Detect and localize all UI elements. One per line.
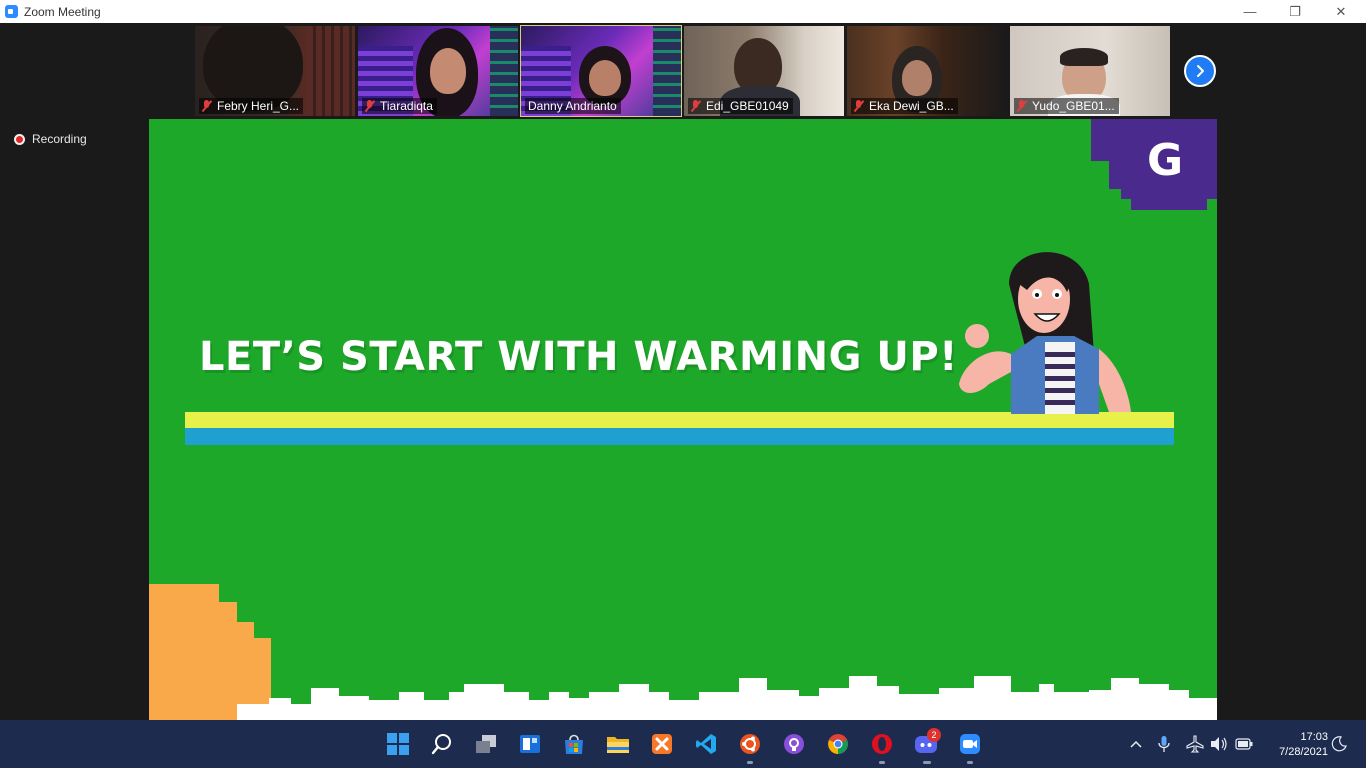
participant-tile[interactable]: Tiaradiqta (358, 26, 518, 116)
participant-tile[interactable]: Edi_GBE01049 (684, 26, 844, 116)
chevron-right-icon (1197, 65, 1204, 77)
minimize-button[interactable]: — (1227, 0, 1273, 23)
widgets-icon[interactable] (518, 732, 542, 756)
zoom-app-icon (5, 5, 18, 18)
clock-date: 7/28/2021 (1279, 746, 1328, 758)
running-indicator (747, 761, 753, 764)
xampp-icon[interactable] (650, 732, 674, 756)
github-icon[interactable] (782, 732, 806, 756)
muted-mic-icon (691, 100, 701, 112)
cartoon-character-illustration (959, 252, 1131, 414)
logo-letter: G (1147, 135, 1183, 186)
battery-icon[interactable] (1234, 732, 1254, 756)
opera-icon[interactable] (870, 732, 894, 756)
shared-screen-slide: G LET’S START WITH WARMING UP! (149, 119, 1217, 720)
blue-stripe (185, 428, 1174, 445)
participant-name: Yudo_GBE01... (1032, 99, 1115, 113)
participant-name-label: Tiaradiqta (362, 98, 437, 114)
participant-tile[interactable]: Eka Dewi_GB... (847, 26, 1007, 116)
window-title: Zoom Meeting (24, 4, 101, 19)
close-button[interactable]: ✕ (1318, 0, 1364, 23)
muted-mic-icon (1017, 100, 1027, 112)
notification-badge: 2 (927, 728, 941, 742)
participant-name: Tiaradiqta (380, 99, 433, 113)
logo-badge: G (1091, 119, 1217, 210)
store-icon[interactable] (562, 732, 586, 756)
participant-name: Edi_GBE01049 (706, 99, 789, 113)
start-icon[interactable] (386, 732, 410, 756)
white-pixel-skyline (237, 676, 1217, 720)
participant-tile-active-speaker[interactable]: Danny Andrianto (520, 25, 682, 117)
recording-label: Recording (32, 132, 87, 146)
participant-name-label: Febry Heri_G... (199, 98, 304, 114)
clock-time: 17:03 (1300, 731, 1328, 743)
zoom-window: Zoom Meeting — ❐ ✕ Febry Heri_G... Tiara… (0, 0, 1366, 768)
participant-name: Danny Andrianto (528, 99, 617, 113)
zoom-icon[interactable] (958, 732, 982, 756)
participant-name: Eka Dewi_GB... (869, 99, 954, 113)
participant-name-label: Danny Andrianto (525, 98, 621, 114)
running-indicator (879, 761, 885, 764)
recording-icon (14, 133, 25, 145)
search-icon[interactable] (430, 732, 454, 756)
microphone-icon[interactable] (1154, 732, 1174, 756)
system-clock[interactable]: 17:03 7/28/2021 (1262, 730, 1328, 760)
file-explorer-icon[interactable] (606, 732, 630, 756)
slide-title: LET’S START WITH WARMING UP! (199, 334, 958, 380)
airplane-mode-icon[interactable] (1185, 732, 1205, 756)
restore-button[interactable]: ❐ (1272, 0, 1318, 23)
vscode-icon[interactable] (694, 732, 718, 756)
participant-name-label: Eka Dewi_GB... (851, 98, 958, 114)
focus-assist-moon-icon[interactable] (1329, 732, 1349, 756)
recording-indicator[interactable]: Recording (14, 132, 87, 146)
muted-mic-icon (854, 100, 864, 112)
participant-name-label: Yudo_GBE01... (1014, 98, 1119, 114)
task-view-icon[interactable] (474, 732, 498, 756)
chrome-icon[interactable] (826, 732, 850, 756)
muted-mic-icon (365, 100, 375, 112)
running-indicator (923, 761, 931, 764)
title-bar: Zoom Meeting (0, 0, 1366, 23)
chevron-up-icon[interactable] (1126, 732, 1146, 756)
participant-name-label: Edi_GBE01049 (688, 98, 793, 114)
participant-tile[interactable]: Yudo_GBE01... (1010, 26, 1170, 116)
running-indicator (967, 761, 973, 764)
yellow-stripe (185, 412, 1174, 428)
next-participants-button[interactable] (1184, 55, 1216, 87)
volume-icon[interactable] (1209, 732, 1229, 756)
participant-name: Febry Heri_G... (217, 99, 300, 113)
participant-tile[interactable]: Febry Heri_G... (195, 26, 355, 116)
ubuntu-icon[interactable] (738, 732, 762, 756)
muted-mic-icon (202, 100, 212, 112)
